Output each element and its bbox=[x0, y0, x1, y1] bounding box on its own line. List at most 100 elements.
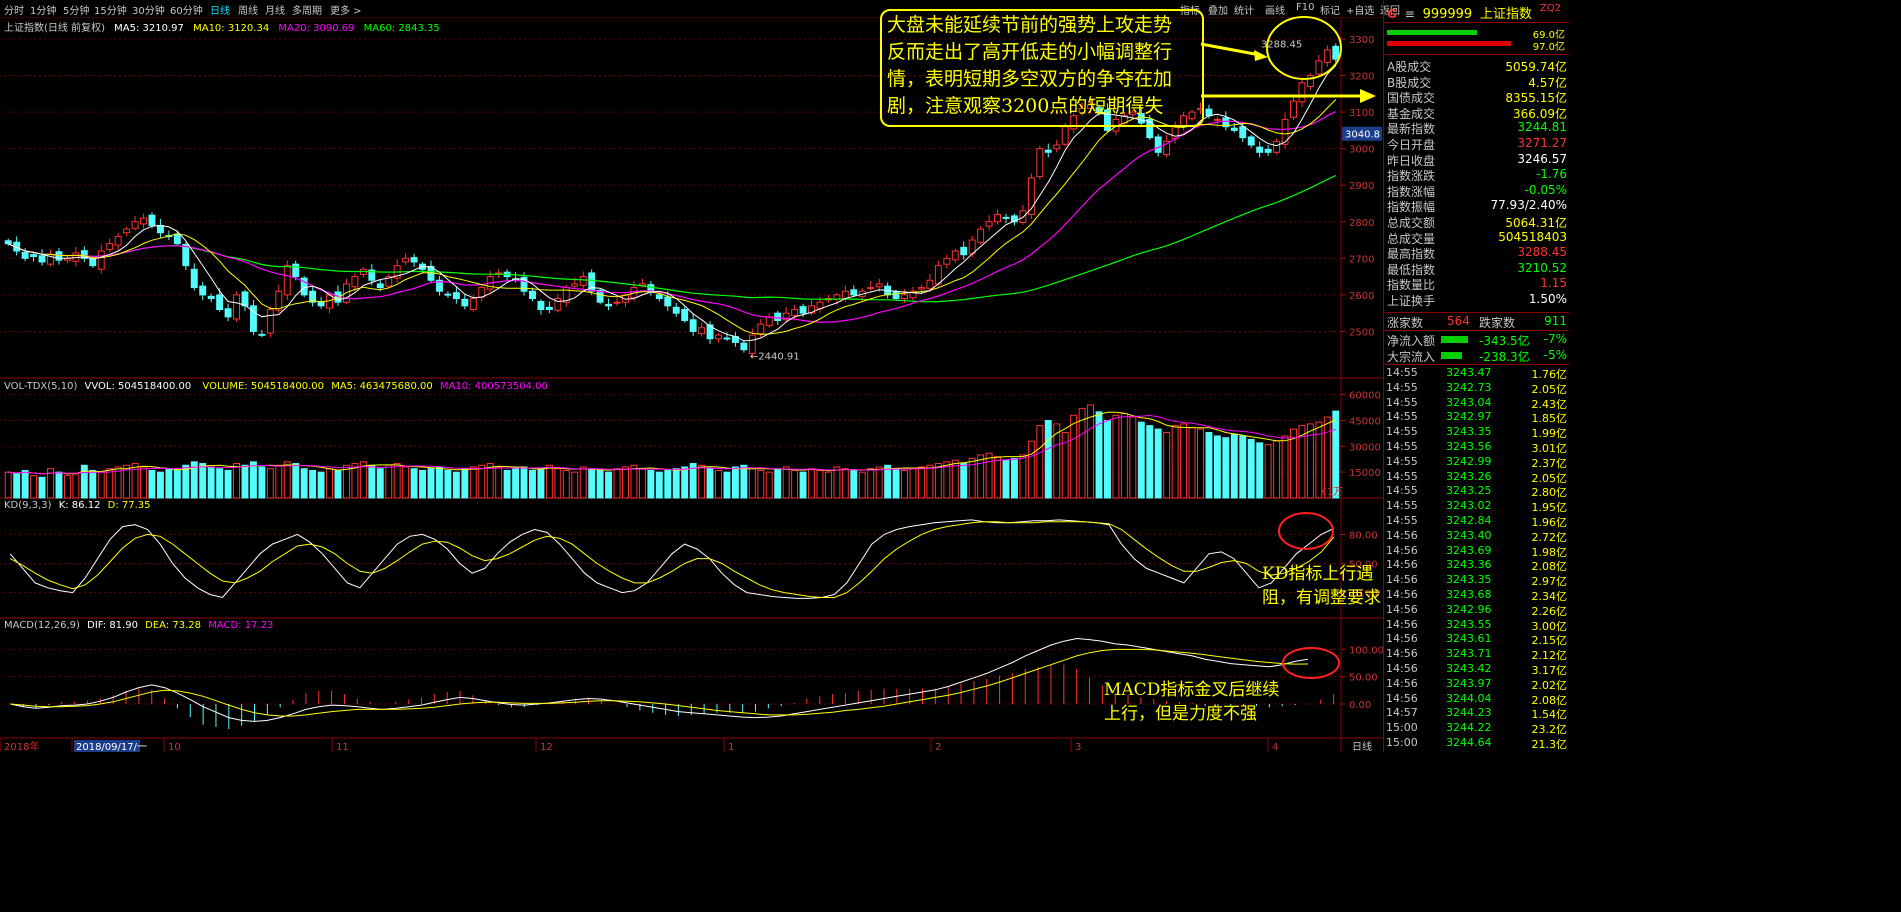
callout-line-3: 情，表明短期多空双方的争夺在加 bbox=[887, 68, 1173, 90]
price-tick-label: 3200 bbox=[1349, 72, 1374, 83]
volume-bar bbox=[1129, 416, 1137, 499]
volume-bar bbox=[731, 466, 739, 499]
tick-cell: 3.01亿 bbox=[1531, 442, 1568, 455]
candle-body bbox=[55, 251, 63, 261]
tick-row: 14:55 3243.26 2.05亿 bbox=[1384, 470, 1569, 485]
quote-row: 指数量比 1.15 bbox=[1387, 276, 1567, 292]
x-tick-label: 11 bbox=[336, 742, 349, 752]
tick-cell: 14:55 bbox=[1386, 440, 1418, 453]
candle-body bbox=[740, 342, 748, 351]
menu-icon[interactable]: ≡ bbox=[1405, 7, 1415, 21]
quote-label: 指数振幅 bbox=[1387, 200, 1436, 215]
tick-row: 14:55 3243.02 1.95亿 bbox=[1384, 499, 1569, 514]
volume-bar bbox=[1197, 428, 1204, 499]
flow-label: 净流入额 bbox=[1387, 334, 1436, 348]
volume-bar bbox=[1213, 435, 1221, 499]
volume-bar bbox=[985, 452, 993, 499]
volume-bar bbox=[799, 471, 807, 499]
macd-header: MACD(12,26,9) DIF: 81.90 DEA: 73.28 MACD… bbox=[4, 620, 273, 631]
quote-value: 3271.27 bbox=[1517, 136, 1567, 150]
tick-cell: 3243.61 bbox=[1446, 632, 1492, 646]
volume-bar bbox=[1171, 425, 1179, 499]
volume-bar bbox=[1104, 419, 1111, 499]
candle-body bbox=[266, 309, 274, 334]
period-label: 日线 bbox=[1352, 740, 1372, 752]
volume-bar bbox=[867, 468, 875, 499]
volume-bar bbox=[960, 463, 968, 499]
volume-bar bbox=[173, 469, 181, 499]
candle-body bbox=[571, 283, 579, 287]
volume-bar bbox=[1112, 414, 1120, 499]
callout-arrowhead-2 bbox=[1360, 89, 1376, 103]
tick-cell: 2.02亿 bbox=[1531, 678, 1568, 692]
volume-bar bbox=[469, 466, 477, 499]
candle-body bbox=[1002, 216, 1010, 219]
volume-bar bbox=[156, 471, 164, 499]
tick-row: 14:56 3243.61 2.15亿 bbox=[1384, 632, 1569, 647]
candle-body bbox=[114, 235, 122, 246]
quote-label: 最低指数 bbox=[1387, 262, 1436, 277]
tick-cell: 14:56 bbox=[1386, 602, 1418, 616]
tick-cell: 23.2亿 bbox=[1531, 723, 1568, 737]
tick-cell: 21.3亿 bbox=[1531, 738, 1568, 751]
volume-bar bbox=[266, 468, 274, 499]
candle-body bbox=[30, 254, 38, 257]
volume-bar bbox=[630, 464, 638, 499]
candle-body bbox=[545, 306, 553, 311]
volume-bar bbox=[748, 468, 756, 499]
candle-body bbox=[97, 250, 105, 270]
tick-cell: 14:56 bbox=[1386, 528, 1418, 542]
volume-bar bbox=[1078, 407, 1086, 499]
volume-bar bbox=[1137, 421, 1145, 499]
callout-line-4: 剧，注意观察3200点的短期得失 bbox=[887, 95, 1164, 117]
tick-cell: 1.99亿 bbox=[1531, 427, 1568, 441]
volume-bar bbox=[994, 456, 1002, 499]
price-tick-label: 2500 bbox=[1349, 327, 1374, 338]
volume-bar bbox=[554, 468, 562, 499]
volume-bar bbox=[892, 468, 900, 499]
volume-bar bbox=[249, 461, 257, 499]
red-strength-bar bbox=[1387, 41, 1511, 46]
tick-cell: 1.54亿 bbox=[1531, 708, 1568, 722]
candle-body bbox=[1323, 49, 1331, 63]
tick-cell: 3243.04 bbox=[1446, 395, 1492, 409]
kd-name: KD(9,3,3) bbox=[4, 500, 52, 511]
volume-bar bbox=[926, 464, 934, 499]
candle-body bbox=[38, 255, 46, 263]
candle-body bbox=[207, 295, 215, 300]
volume-bar bbox=[512, 468, 520, 499]
tick-cell: 14:55 bbox=[1386, 380, 1418, 394]
candle-body bbox=[469, 298, 477, 311]
candle-body bbox=[292, 263, 300, 278]
tick-cell: 3243.56 bbox=[1446, 440, 1492, 453]
dea-readout: DEA: 73.28 bbox=[145, 620, 201, 631]
tick-cell: 14:56 bbox=[1386, 558, 1418, 572]
volume-bar bbox=[131, 463, 139, 499]
low-price-label: ←2440.91 bbox=[750, 351, 800, 362]
candle-body bbox=[1247, 136, 1255, 146]
volume-bar bbox=[80, 464, 88, 499]
volume-bar bbox=[571, 471, 579, 499]
volume-bar bbox=[698, 464, 706, 499]
vol-ma10-readout: MA10: 400573504.00 bbox=[439, 381, 548, 392]
candle-body bbox=[1264, 148, 1272, 153]
x-tick-label: 10 bbox=[168, 742, 181, 752]
volume-bar bbox=[884, 464, 892, 499]
quote-panel: G ≡ 999999 上证指数 ZQ2 69.0亿 97.0亿 A股成交 5059… bbox=[1383, 0, 1569, 752]
candle-body bbox=[985, 221, 993, 227]
candle-body bbox=[4, 240, 12, 245]
candle-body bbox=[1061, 126, 1069, 145]
quote-row: A股成交 5059.74亿 bbox=[1387, 58, 1567, 74]
volume-bar bbox=[207, 466, 215, 499]
volume-bar bbox=[858, 471, 866, 499]
volume-bar bbox=[1264, 444, 1272, 499]
x-tick-label: 2018/09/17/一 bbox=[76, 742, 147, 752]
volume-bar bbox=[317, 471, 325, 499]
tick-cell: 3242.97 bbox=[1446, 410, 1492, 424]
tick-cell: 3243.40 bbox=[1446, 528, 1492, 542]
tick-cell: 14:55 bbox=[1386, 425, 1418, 439]
tick-row: 15:00 3244.22 23.2亿 bbox=[1384, 721, 1569, 736]
candle-body bbox=[241, 291, 249, 307]
candle-body bbox=[216, 294, 224, 311]
volume-bar bbox=[934, 463, 942, 499]
